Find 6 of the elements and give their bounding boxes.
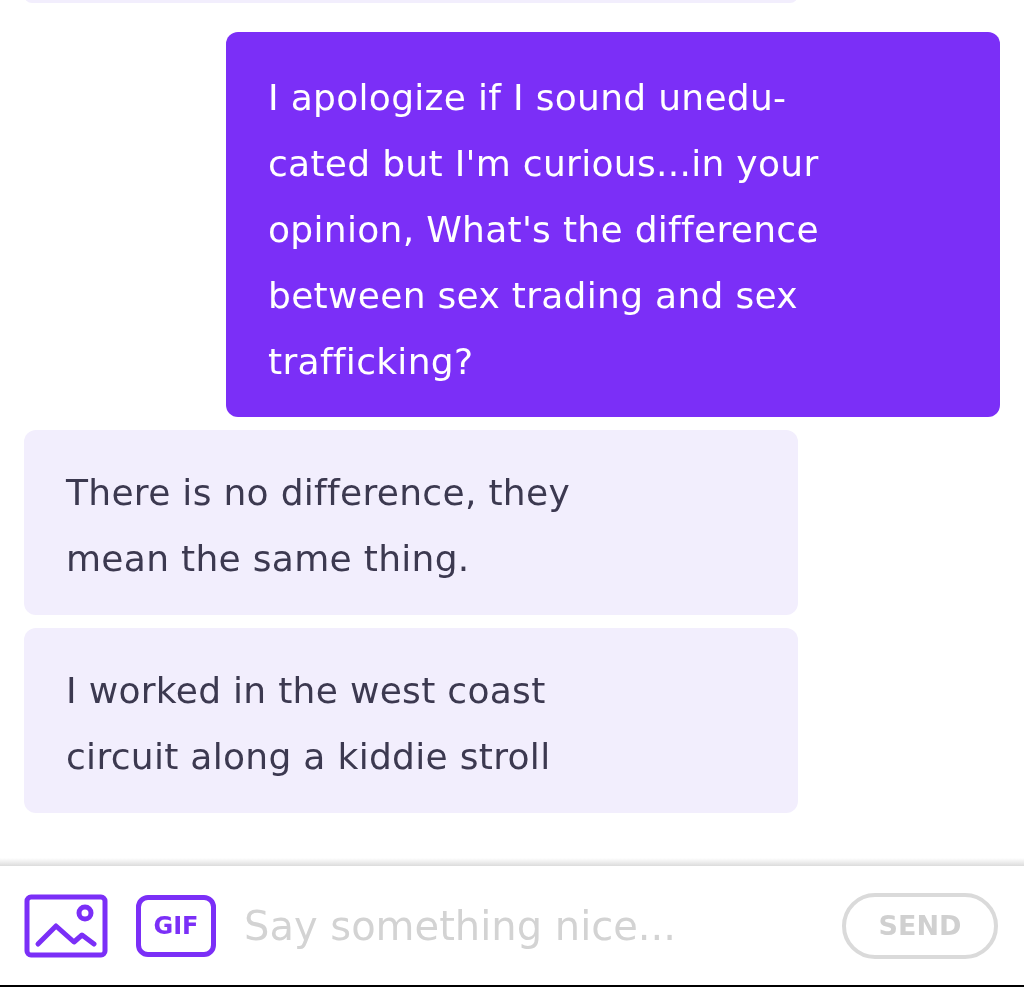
image-icon xyxy=(24,893,108,958)
message-bubble: I apologize if I sound unedu- cated but I'm curious...in your opinion, What's the difference between sex trading and sex trafficking? xyxy=(226,32,1000,417)
message-bubble: I worked in the west coast circuit along a kiddie stroll xyxy=(24,628,798,813)
message-bubble: There is no difference, they mean the same thing. xyxy=(24,430,798,615)
gif-button[interactable]: GIF xyxy=(136,894,216,957)
image-button[interactable] xyxy=(24,893,108,958)
